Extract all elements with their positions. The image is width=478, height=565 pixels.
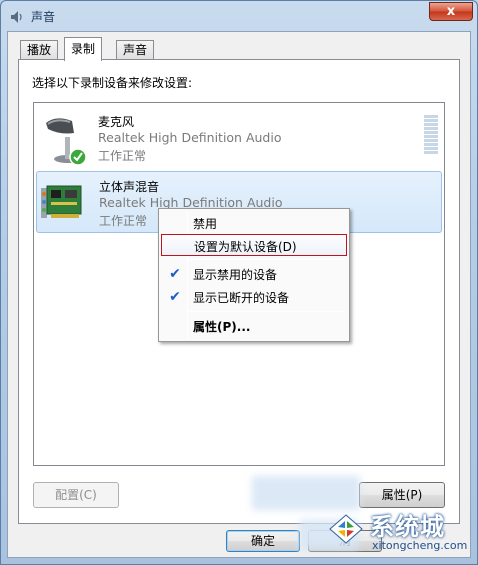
menu-item-disable[interactable]: 禁用 <box>161 212 347 234</box>
menu-item-show-disconnected[interactable]: ✔ 显示已断开的设备 <box>161 286 347 308</box>
window-title: 声音 <box>31 10 56 24</box>
device-status: 工作正常 <box>99 214 148 228</box>
speaker-icon <box>11 11 22 23</box>
tab-sounds[interactable]: 声音 <box>116 40 155 60</box>
close-icon: x <box>446 4 456 19</box>
menu-item-show-disabled[interactable]: ✔ 显示禁用的设备 <box>161 263 347 285</box>
ok-button[interactable]: 确定 <box>226 530 300 552</box>
menu-separator <box>189 259 345 260</box>
device-driver: Realtek High Definition Audio <box>98 130 282 145</box>
instruction-text: 选择以下录制设备来修改设置: <box>32 76 193 90</box>
device-name: 立体声混音 <box>99 180 160 194</box>
title-bar[interactable]: 声音 x <box>1 1 477 31</box>
watermark-url: xitongcheng.com <box>372 539 468 552</box>
check-icon: ✔ <box>169 289 181 305</box>
device-item-microphone[interactable]: 麦克风 Realtek High Definition Audio 工作正常 <box>36 107 442 169</box>
tab-recording[interactable]: 录制 <box>64 37 103 61</box>
watermark-title: 系统城 <box>370 513 445 541</box>
windows-logo-icon <box>329 514 363 544</box>
level-meter <box>424 115 438 157</box>
watermark: 系统城 xitongcheng.com <box>320 505 478 565</box>
context-menu: 禁用 设置为默认设备(D) ✔ 显示禁用的设备 ✔ 显示已断开的设备 属性(P)… <box>158 208 350 342</box>
sound-card-icon <box>41 185 82 218</box>
configure-button[interactable]: 配置(C) <box>33 482 119 508</box>
device-name: 麦克风 <box>98 115 135 129</box>
close-button[interactable]: x <box>429 2 473 21</box>
menu-item-properties[interactable]: 属性(P)... <box>161 315 347 337</box>
microphone-icon <box>46 118 87 166</box>
tab-playback[interactable]: 播放 <box>20 40 59 60</box>
menu-item-set-default[interactable]: 设置为默认设备(D) <box>161 234 347 256</box>
device-status: 工作正常 <box>98 149 147 163</box>
menu-separator <box>189 311 345 312</box>
check-icon: ✔ <box>169 266 181 282</box>
